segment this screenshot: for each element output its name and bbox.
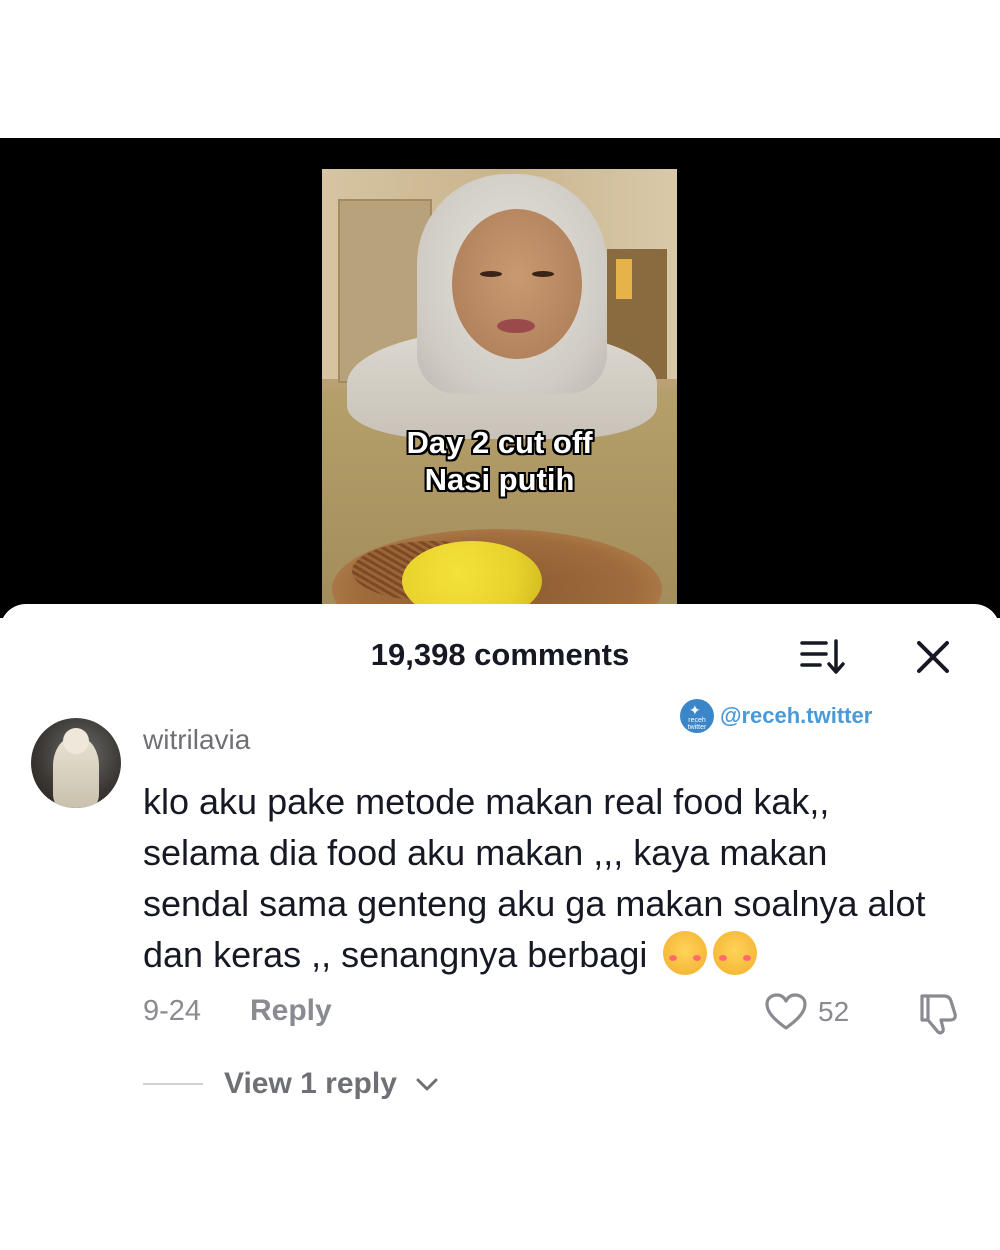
video-caption-line2: Nasi putih: [424, 462, 575, 497]
video-player[interactable]: Day 2 cut off Nasi putih: [0, 138, 1000, 618]
like-count: 52: [818, 996, 850, 1027]
comment-body: klo aku pake metode makan real food kak,…: [143, 776, 943, 980]
video-person-left-eye: [480, 271, 502, 277]
sort-icon[interactable]: [800, 637, 846, 677]
heart-icon[interactable]: [764, 992, 808, 1032]
close-icon[interactable]: [914, 638, 952, 676]
comment-username[interactable]: witrilavia: [143, 724, 250, 756]
comment-date: 9-24: [143, 995, 202, 1027]
avatar[interactable]: [31, 718, 121, 808]
avatar-head: [63, 728, 89, 754]
video-frame: Day 2 cut off Nasi putih: [322, 169, 677, 618]
watermark: ✦ receh twitter @receh.twitter: [680, 698, 872, 734]
video-wall-picture: [616, 259, 632, 299]
comments-sheet: 19,398 comments ✦ receh twitter @receh.t…: [0, 604, 1000, 1250]
comments-count-title: 19,398 comments: [370, 637, 630, 672]
reply-button[interactable]: Reply: [250, 994, 332, 1028]
watermark-badge: ✦ receh twitter: [680, 699, 714, 733]
video-caption-line1: Day 2 cut off: [406, 425, 593, 460]
comment-text: klo aku pake metode makan real food kak,…: [143, 781, 926, 975]
video-person-face: [452, 209, 582, 359]
view-replies-button[interactable]: View 1 reply: [224, 1067, 397, 1101]
watermark-handle: @receh.twitter: [720, 703, 873, 728]
replies-divider: [143, 1083, 203, 1085]
chevron-down-icon[interactable]: [414, 1076, 440, 1094]
thumbs-down-icon[interactable]: [914, 992, 960, 1036]
smiling-face-with-hearts-icon: [663, 931, 708, 975]
watermark-badge-text: receh twitter: [687, 717, 707, 731]
top-spacer: [0, 0, 1000, 138]
video-person-right-eye: [532, 271, 554, 277]
video-person-lips: [497, 319, 535, 333]
smiling-face-with-hearts-icon: [713, 931, 758, 975]
